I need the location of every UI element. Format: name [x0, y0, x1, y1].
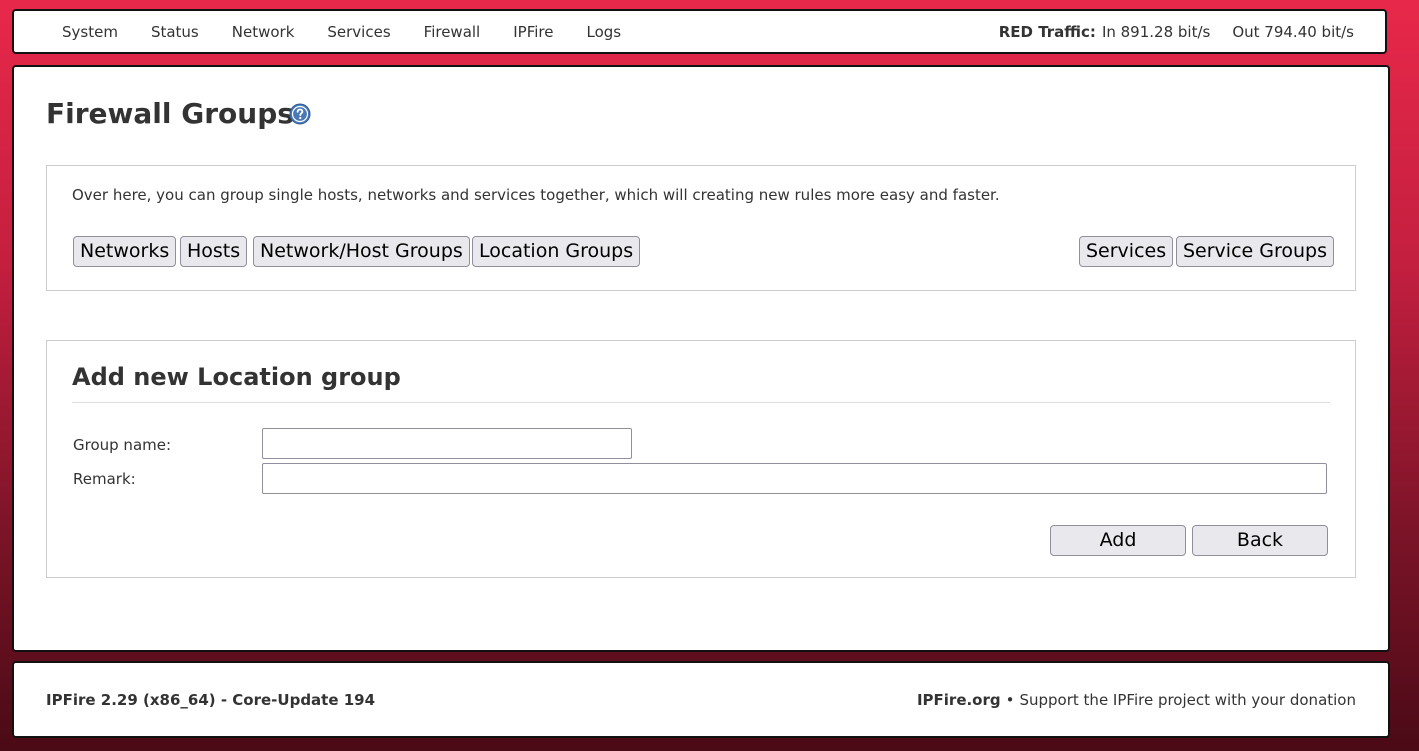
question-circle-icon[interactable]: [289, 103, 311, 125]
network-host-groups-button[interactable]: Network/Host Groups: [253, 236, 470, 267]
version-text: IPFire 2.29 (x86_64) - Core-Update 194: [46, 690, 376, 709]
traffic-label: RED Traffic:: [998, 22, 1096, 41]
menu-item-network[interactable]: Network: [232, 23, 295, 41]
menu-item-firewall[interactable]: Firewall: [424, 23, 481, 41]
main-menu: System Status Network Services Firewall …: [62, 11, 654, 52]
title-divider: [72, 402, 1330, 403]
services-button[interactable]: Services: [1079, 236, 1174, 267]
menu-item-logs[interactable]: Logs: [586, 23, 621, 41]
support-links: IPFire.org • Support the IPFire project …: [917, 663, 1356, 736]
groups-navigation-box: Over here, you can group single hosts, n…: [46, 165, 1356, 291]
hosts-button[interactable]: Hosts: [180, 236, 248, 267]
ipfire-site-link[interactable]: IPFire.org: [917, 691, 1001, 709]
remark-input[interactable]: [262, 463, 1327, 494]
menu-item-ipfire[interactable]: IPFire: [513, 23, 553, 41]
page-title: Firewall Groups: [46, 97, 294, 130]
service-groups-button[interactable]: Service Groups: [1176, 236, 1335, 267]
traffic-out: Out 794.40 bit/s: [1232, 22, 1354, 41]
red-traffic-indicator: RED Traffic: In 891.28 bit/s Out 794.40 …: [999, 11, 1354, 52]
add-location-group-form: Add new Location group Group name: Remar…: [46, 340, 1356, 578]
group-name-input[interactable]: [262, 428, 632, 459]
networks-button[interactable]: Networks: [73, 236, 177, 267]
menu-item-status[interactable]: Status: [151, 23, 199, 41]
form-title: Add new Location group: [72, 363, 401, 391]
add-button[interactable]: Add: [1050, 525, 1186, 556]
donation-link[interactable]: Support the IPFire project with your don…: [1019, 691, 1356, 709]
menu-item-system[interactable]: System: [62, 23, 118, 41]
group-name-label: Group name:: [73, 436, 172, 454]
back-button[interactable]: Back: [1192, 525, 1328, 556]
main-content: Firewall Groups Over here, you can group…: [12, 65, 1390, 652]
footer-separator: •: [1005, 690, 1015, 709]
menu-item-services[interactable]: Services: [327, 23, 390, 41]
remark-label: Remark:: [73, 470, 136, 488]
location-groups-button[interactable]: Location Groups: [472, 236, 641, 267]
top-navigation-bar: System Status Network Services Firewall …: [12, 9, 1387, 54]
traffic-in: In 891.28 bit/s: [1101, 22, 1211, 41]
page-footer: IPFire 2.29 (x86_64) - Core-Update 194 I…: [12, 661, 1390, 738]
intro-text: Over here, you can group single hosts, n…: [72, 186, 1000, 204]
